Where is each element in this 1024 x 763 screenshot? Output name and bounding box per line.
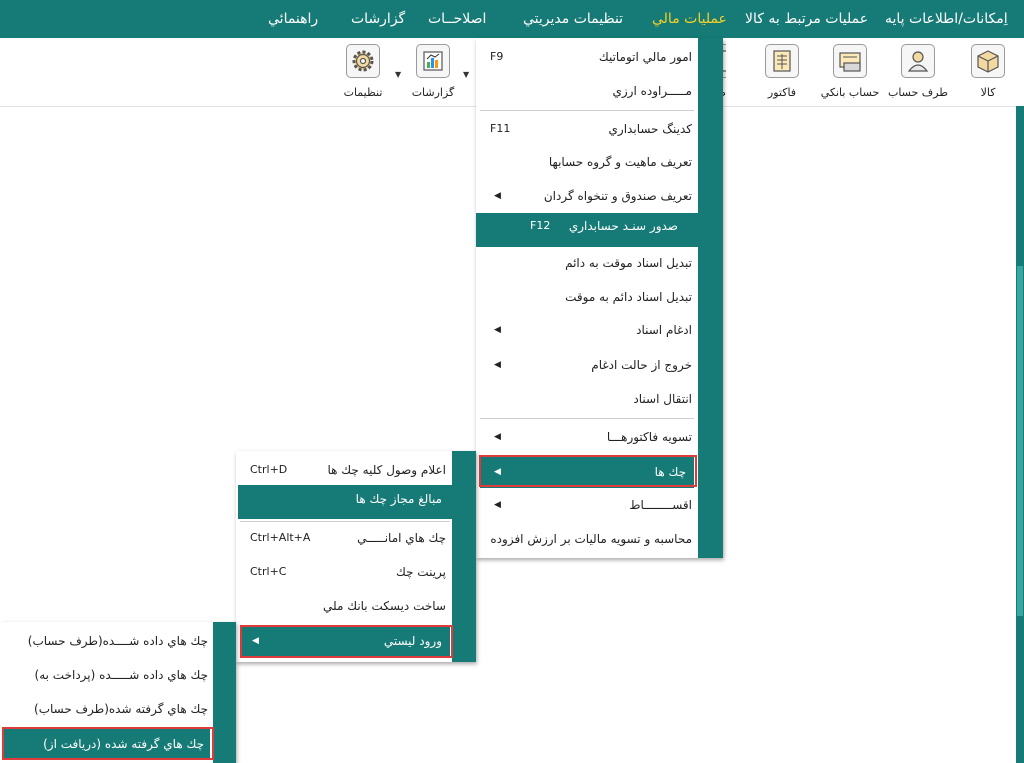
menu-item-vat-settlement[interactable]: محاسبه و تسويه ماليات بر ارزش افزوده <box>490 524 692 554</box>
bank-card-icon <box>833 44 867 78</box>
report-chart-icon <box>416 44 450 78</box>
menu-basic-info[interactable]: اِمكانات/اطلاعات پايه <box>885 0 1008 38</box>
toolbar-bank-account-label: حساب بانكي <box>820 86 880 99</box>
submenu-arrow-icon: ◀ <box>494 500 501 510</box>
menu-item-account-groups[interactable]: تعريف ماهيت و گروه حسابها <box>490 147 692 177</box>
toolbar-bank-account-button[interactable]: حساب بانكي <box>820 42 880 104</box>
menu-side-strip <box>452 451 476 662</box>
menu-item-received-cheques-from[interactable]: چك هاي گرفته شده (دريافت از) <box>2 728 210 760</box>
menu-item-currency-exchange[interactable]: مـــــراوده ارزي <box>490 76 692 106</box>
toolbar-settings-label: تنظيمات <box>343 86 383 99</box>
menu-item-list-entry[interactable]: ورود ليستي ◀ <box>240 625 450 657</box>
submenu-arrow-icon: ◀ <box>494 432 501 442</box>
menu-item-given-cheques-party[interactable]: چك هاي داده شــــده(طرف حساب) <box>8 626 208 656</box>
menu-side-strip <box>698 38 723 558</box>
menu-item-given-cheques-payee[interactable]: چك هاي داده شـــــده (پرداخت به) <box>8 660 208 690</box>
submenu-arrow-icon: ◀ <box>494 360 501 370</box>
menu-separator <box>480 110 694 111</box>
menu-financial-operations[interactable]: عمليات مالي <box>652 0 727 38</box>
menu-item-merge-documents[interactable]: ادغام اسناد ◀ <box>490 315 692 345</box>
toolbar-account-party-button[interactable]: طرف حساب <box>888 42 948 104</box>
menu-corrections[interactable]: اصلاحــات <box>428 0 486 38</box>
menu-management-settings[interactable]: تنظيمات مديريتي <box>523 0 623 38</box>
menu-item-installments[interactable]: اقســــــــاط ◀ <box>490 490 692 520</box>
menu-item-exit-merge[interactable]: خروج از حالت ادغام ◀ <box>490 350 692 380</box>
menu-separator <box>240 521 450 522</box>
menu-item-allowed-cheque-amounts[interactable]: مبالغ مجاز چك ها <box>238 485 476 519</box>
gear-icon <box>346 44 380 78</box>
menu-help[interactable]: راهنمائي <box>268 0 318 38</box>
menu-item-temp-to-permanent[interactable]: تبديل اسناد موقت به دائم <box>490 248 692 278</box>
cheques-submenu: اعلام وصول كليه چك ها Ctrl+D مبالغ مجاز چ… <box>236 451 476 662</box>
menu-separator <box>480 418 694 419</box>
toolbar-reports-button[interactable]: گزارشات <box>403 42 463 104</box>
menu-item-cheques[interactable]: چك ها ◀ <box>480 456 694 488</box>
scrollbar-thumb[interactable] <box>1017 266 1023 616</box>
menu-item-transfer-documents[interactable]: انتقال اسناد <box>490 384 692 414</box>
invoice-icon <box>765 44 799 78</box>
menu-side-strip <box>213 622 236 763</box>
menu-item-settle-invoices[interactable]: تسويه فاكتورهـــا ◀ <box>490 422 692 452</box>
submenu-arrow-icon: ◀ <box>252 636 259 646</box>
submenu-arrow-icon: ◀ <box>494 325 501 335</box>
menu-item-cash-box-definition[interactable]: تعريف صندوق و تنخواه گردان ◀ <box>490 181 692 211</box>
main-menubar: اِمكانات/اطلاعات پايه عمليات مرتبط به كا… <box>0 0 1024 38</box>
right-scrollbar[interactable] <box>1016 106 1024 763</box>
toolbar-invoice-label: فاكتور <box>767 86 797 99</box>
menu-item-issue-voucher[interactable]: صدور سنـد حسابداري F12 <box>476 213 723 247</box>
menu-item-trust-cheques[interactable]: چك هاي امانـــــي Ctrl+Alt+A <box>250 523 446 553</box>
box-icon <box>971 44 1005 78</box>
menu-item-collect-all-cheques[interactable]: اعلام وصول كليه چك ها Ctrl+D <box>250 455 446 485</box>
menu-goods-operations[interactable]: عمليات مرتبط به كالا <box>745 0 868 38</box>
financial-operations-menu: امور مالي اتوماتيك F9 مـــــراوده ارزي كد… <box>476 38 723 558</box>
reports-dropdown-caret-icon[interactable]: ▼ <box>463 70 469 79</box>
submenu-arrow-icon: ◀ <box>494 467 501 477</box>
menu-item-permanent-to-temp[interactable]: تبديل اسناد دائم به موقت <box>490 282 692 312</box>
toolbar-reports-label: گزارشات <box>411 86 455 99</box>
submenu-arrow-icon: ◀ <box>494 191 501 201</box>
menu-item-accounting-coding[interactable]: كدينگ حسابداري F11 <box>490 114 692 144</box>
toolbar-settings-button[interactable]: تنظيمات <box>333 42 393 104</box>
toolbar-goods-button[interactable]: كالا <box>958 42 1018 104</box>
toolbar-goods-label: كالا <box>980 86 996 99</box>
menu-reports[interactable]: گزارشات <box>351 0 405 38</box>
menu-item-automatic-financial[interactable]: امور مالي اتوماتيك F9 <box>490 42 692 72</box>
list-entry-submenu: چك هاي داده شــــده(طرف حساب) چك هاي داد… <box>0 622 236 763</box>
toolbar-invoice-button[interactable]: فاكتور <box>752 42 812 104</box>
toolbar-account-party-label: طرف حساب <box>887 86 949 99</box>
menu-item-melli-bank-disk[interactable]: ساخت ديسكت بانك ملي <box>250 591 446 621</box>
person-icon <box>901 44 935 78</box>
menu-item-received-cheques-party[interactable]: چك هاي گرفته شده(طرف حساب) <box>8 694 208 724</box>
settings-dropdown-caret-icon[interactable]: ▼ <box>395 70 401 79</box>
menu-item-print-cheque[interactable]: پرينت چك Ctrl+C <box>250 557 446 587</box>
